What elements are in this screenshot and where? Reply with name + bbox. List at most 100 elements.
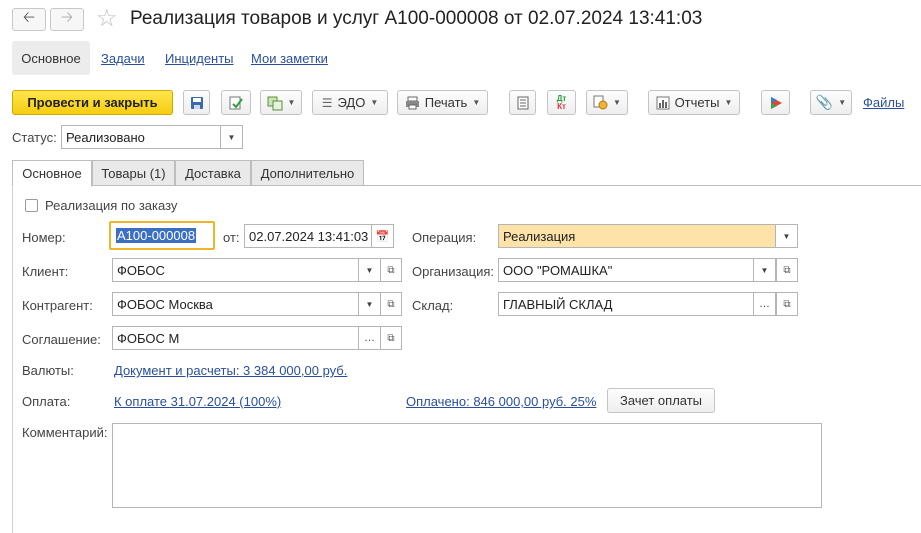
panel-left-border <box>12 185 13 533</box>
list-icon <box>517 96 528 109</box>
files-link[interactable]: Файлы <box>863 95 904 110</box>
client-field[interactable]: ФОБОС <box>112 258 359 282</box>
forward-button[interactable]: 🡢 <box>50 8 84 31</box>
by-order-label: Реализация по заказу <box>45 198 178 213</box>
tab-additional[interactable]: Дополнительно <box>251 160 364 186</box>
counterparty-label: Контрагент: <box>22 298 93 313</box>
warehouse-select-button[interactable]: … <box>754 292 776 316</box>
warehouse-open-button[interactable]: ⧉ <box>776 292 798 316</box>
number-label: Номер: <box>22 230 66 245</box>
chevron-down-icon: ▼ <box>613 98 621 107</box>
attachments-button[interactable]: 📎 ▼ <box>810 90 852 115</box>
client-open-button[interactable]: ⧉ <box>380 258 402 282</box>
chevron-down-icon: ▼ <box>370 98 379 107</box>
chevron-down-icon: ▼ <box>472 98 481 107</box>
payment-label: Оплата: <box>22 394 71 409</box>
chevron-down-icon: ▼ <box>724 98 733 107</box>
chevron-down-icon: ▼ <box>365 265 374 275</box>
organization-label: Организация: <box>412 264 495 279</box>
comment-label: Комментарий: <box>22 425 108 440</box>
favorite-star-icon[interactable]: ☆ <box>96 6 118 32</box>
back-button[interactable]: 🡠 <box>12 8 46 31</box>
dt-kt-button[interactable]: Дт Кт <box>547 90 576 115</box>
arrow-right-icon: 🡢 <box>60 9 74 26</box>
warehouse-field[interactable]: ГЛАВНЫЙ СКЛАД <box>498 292 754 316</box>
edo-icon: ☰ <box>321 95 333 110</box>
related-documents-button[interactable]: ▼ <box>586 90 628 115</box>
agreement-select-button[interactable]: … <box>359 326 381 350</box>
operation-select[interactable]: Реализация <box>498 224 776 248</box>
print-label: Печать <box>424 95 468 110</box>
by-order-checkbox[interactable] <box>25 199 38 212</box>
payment-link[interactable]: К оплате 31.07.2024 (100%) <box>114 394 281 409</box>
open-icon: ⧉ <box>387 332 395 344</box>
chevron-down-icon: ▼ <box>760 265 769 275</box>
paid-link[interactable]: Оплачено: 846 000,00 руб. 25% <box>406 394 596 409</box>
operation-label: Операция: <box>412 230 477 245</box>
counterparty-open-button[interactable]: ⧉ <box>380 292 402 316</box>
counterparty-field[interactable]: ФОБОС Москва <box>112 292 359 316</box>
reports-icon <box>656 96 670 109</box>
chevron-down-icon: ▼ <box>838 98 847 107</box>
status-dropdown-button[interactable]: ▼ <box>221 125 243 149</box>
bitrix-button[interactable] <box>761 90 790 115</box>
chevron-down-icon: ▼ <box>782 231 791 241</box>
calendar-icon: 📅 <box>375 230 390 243</box>
payment-offset-button[interactable]: Зачет оплаты <box>607 388 715 413</box>
tab-delivery[interactable]: Доставка <box>175 160 251 186</box>
kt-label: Кт <box>557 101 566 111</box>
tab-goods[interactable]: Товары (1) <box>92 160 175 186</box>
topnav-incidents[interactable]: Инциденты <box>165 51 234 66</box>
reports-label: Отчеты <box>674 95 720 110</box>
create-based-on-icon <box>267 96 283 110</box>
agreement-field[interactable]: ФОБОС М <box>112 326 359 350</box>
agreement-open-button[interactable]: ⧉ <box>380 326 402 350</box>
save-icon <box>190 96 203 109</box>
reports-button[interactable]: Отчеты ▼ <box>648 90 740 115</box>
post-and-close-label: Провести и закрыть <box>27 95 158 110</box>
save-button[interactable] <box>183 90 210 115</box>
edo-button[interactable]: ☰ ЭДО ▼ <box>312 90 388 115</box>
counterparty-dropdown-button[interactable]: ▼ <box>359 292 381 316</box>
open-icon: ⧉ <box>387 298 395 310</box>
document-structure-icon <box>593 95 608 110</box>
play-icon <box>770 96 782 109</box>
post-and-close-button[interactable]: Провести и закрыть <box>12 90 173 115</box>
create-based-on-button[interactable]: ▼ <box>260 90 302 115</box>
organization-open-button[interactable]: ⧉ <box>776 258 798 282</box>
topnav-main[interactable]: Основное <box>12 41 90 75</box>
date-field[interactable]: 02.07.2024 13:41:03 <box>244 224 372 248</box>
number-field[interactable]: А100-000008 <box>109 221 215 250</box>
calendar-button[interactable]: 📅 <box>372 224 394 248</box>
ellipsis-icon: … <box>364 332 375 344</box>
chevron-down-icon: ▼ <box>365 299 374 309</box>
open-icon: ⧉ <box>783 264 791 276</box>
dt-kt-icon: Дт Кт <box>557 94 567 111</box>
client-label: Клиент: <box>22 264 69 279</box>
currencies-link[interactable]: Документ и расчеты: 3 384 000,00 руб. <box>114 363 347 378</box>
date-label: от: <box>223 230 240 245</box>
organization-dropdown-button[interactable]: ▼ <box>754 258 776 282</box>
post-document-button[interactable] <box>221 90 251 115</box>
ellipsis-icon: … <box>759 298 770 310</box>
open-icon: ⧉ <box>387 264 395 276</box>
edo-label: ЭДО <box>337 95 366 110</box>
tab-underline <box>12 185 921 186</box>
client-dropdown-button[interactable]: ▼ <box>359 258 381 282</box>
print-button[interactable]: Печать ▼ <box>397 90 488 115</box>
agreement-label: Соглашение: <box>22 332 101 347</box>
page-title: Реализация товаров и услуг А100-000008 о… <box>130 8 703 29</box>
comment-textarea[interactable] <box>112 423 822 508</box>
document-list-button[interactable] <box>509 90 536 115</box>
topnav-my-notes[interactable]: Мои заметки <box>251 51 328 66</box>
number-value: А100-000008 <box>116 228 197 243</box>
status-select[interactable]: Реализовано <box>61 125 221 149</box>
organization-field[interactable]: ООО "РОМАШКА" <box>498 258 754 282</box>
currencies-label: Валюты: <box>22 363 74 378</box>
printer-icon <box>405 96 419 109</box>
tab-main[interactable]: Основное <box>12 160 92 187</box>
topnav-tasks[interactable]: Задачи <box>101 51 145 66</box>
operation-dropdown-button[interactable]: ▼ <box>776 224 798 248</box>
paperclip-icon: 📎 <box>815 94 834 110</box>
status-label: Статус: <box>12 130 57 145</box>
